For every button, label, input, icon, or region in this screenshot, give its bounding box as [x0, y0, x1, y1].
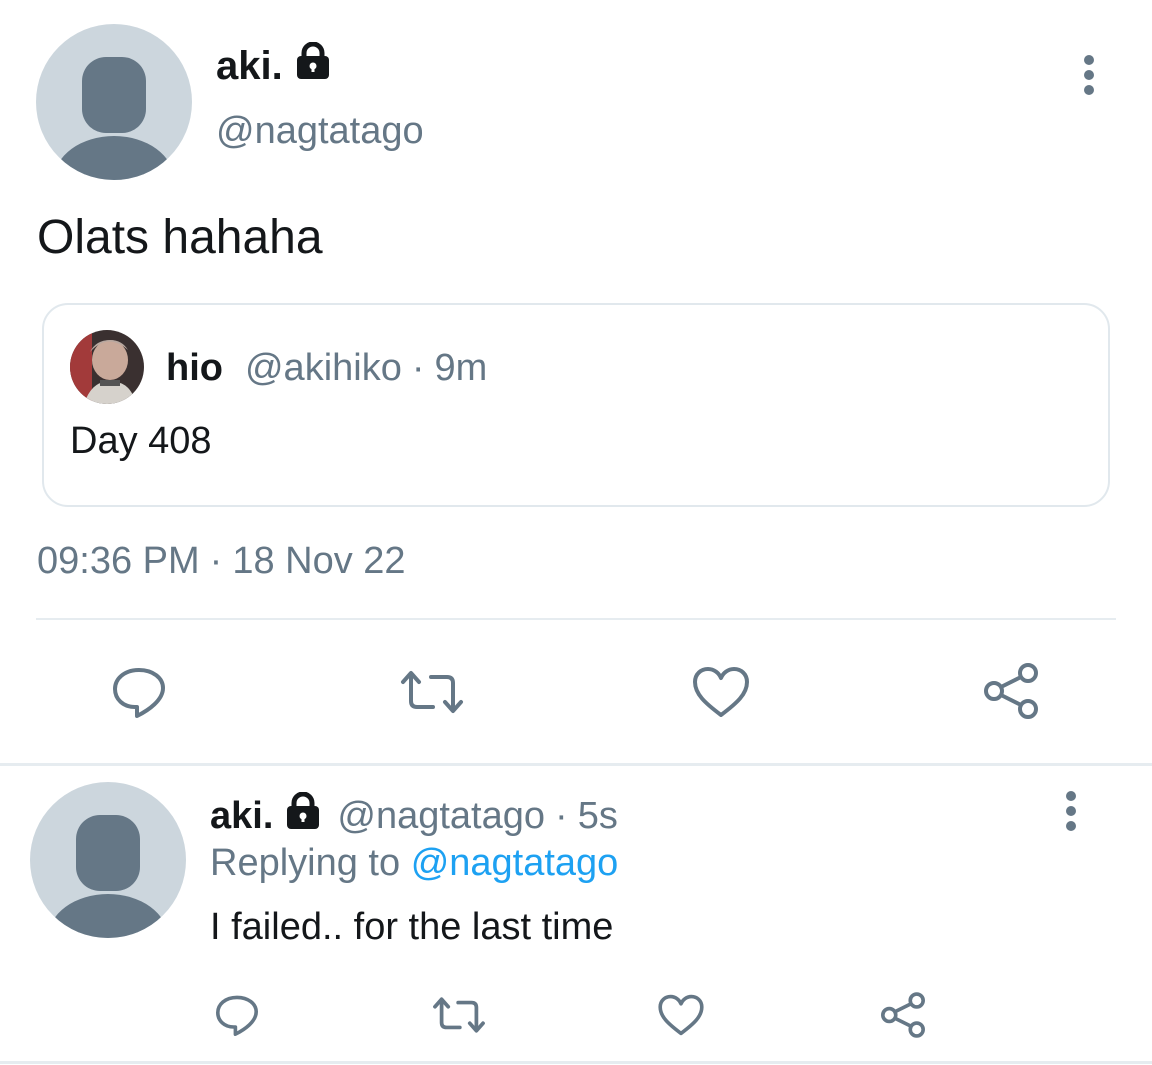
retweet-icon	[401, 671, 463, 713]
quoted-tweet-card[interactable]: hio @akihiko · 9m Day 408	[42, 303, 1110, 507]
main-like-button[interactable]	[688, 660, 754, 724]
default-avatar-icon	[54, 57, 174, 180]
quoted-avatar[interactable]	[70, 330, 144, 404]
bottom-separator	[0, 1061, 1152, 1064]
main-divider	[36, 618, 1116, 620]
tweet-separator	[0, 763, 1152, 766]
reply-icon	[216, 995, 258, 1036]
main-tweet-text: Olats hahaha	[37, 211, 323, 264]
quoted-separator: ·	[411, 347, 425, 389]
reply-retweet-button[interactable]	[428, 992, 490, 1038]
more-vertical-icon[interactable]	[1056, 790, 1086, 834]
reply-icon	[113, 668, 165, 718]
reply-separator: ·	[555, 794, 568, 837]
main-timestamp: 09:36 PM · 18 Nov 22	[37, 540, 406, 583]
reply-share-button[interactable]	[876, 988, 930, 1042]
main-retweet-button[interactable]	[395, 660, 469, 724]
replying-to: Replying to @nagtatago	[210, 842, 618, 885]
main-display-name: aki.	[216, 43, 283, 88]
replying-to-handle-link[interactable]: @nagtatago	[411, 842, 619, 884]
main-author-handle[interactable]: @nagtatago	[216, 110, 424, 153]
timestamp-date: 18 Nov 22	[232, 540, 406, 582]
lock-icon	[283, 791, 323, 840]
main-reply-button[interactable]	[104, 660, 174, 724]
quoted-handle[interactable]: @akihiko	[245, 347, 402, 390]
timestamp-time: 09:36 PM	[37, 540, 200, 582]
quoted-header: hio @akihiko · 9m	[166, 347, 487, 390]
heart-icon	[693, 667, 749, 717]
heart-icon	[658, 994, 704, 1036]
lock-icon	[293, 41, 333, 90]
reply-like-button[interactable]	[654, 990, 708, 1040]
retweet-icon	[433, 997, 485, 1033]
reply-header: aki. @nagtatago · 5s	[210, 791, 618, 840]
replying-to-label: Replying to	[210, 842, 401, 884]
reply-avatar[interactable]	[30, 782, 186, 938]
share-icon	[881, 992, 925, 1038]
main-author-name[interactable]: aki.	[216, 41, 333, 90]
main-share-button[interactable]	[976, 658, 1046, 724]
main-avatar[interactable]	[36, 24, 192, 180]
default-avatar-icon	[48, 815, 168, 938]
share-icon	[984, 663, 1038, 719]
reply-tweet-text: I failed.. for the last time	[210, 906, 614, 948]
quoted-display-name[interactable]: hio	[166, 347, 223, 390]
more-vertical-icon[interactable]	[1074, 54, 1104, 98]
reply-reply-button[interactable]	[210, 990, 264, 1040]
reply-display-name[interactable]: aki.	[210, 795, 273, 838]
reply-time: 5s	[577, 794, 618, 837]
quoted-time: 9m	[434, 347, 488, 389]
reply-handle[interactable]: @nagtatago	[337, 795, 545, 838]
timestamp-separator: ·	[209, 540, 223, 582]
quoted-text: Day 408	[70, 420, 212, 462]
